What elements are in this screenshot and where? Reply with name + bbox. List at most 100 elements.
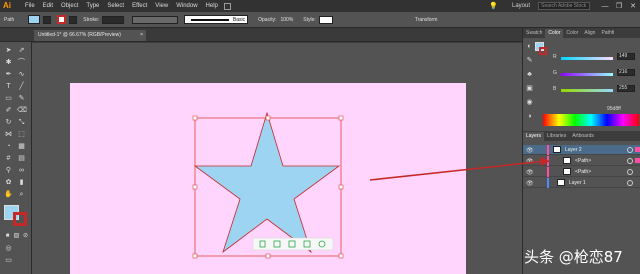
layer-row-path-2[interactable]: 👁 <Path>: [523, 167, 640, 177]
star-shape[interactable]: [193, 111, 341, 254]
layer-name[interactable]: Layer 2: [565, 147, 582, 153]
menu-view[interactable]: View: [155, 3, 168, 9]
tab-artboards[interactable]: Artboards: [569, 132, 597, 141]
direct-selection-tool-icon[interactable]: ⇗: [17, 46, 26, 55]
layer-row-path-1[interactable]: 👁 <Path>: [523, 156, 640, 166]
brushes-icon[interactable]: ✎: [525, 56, 534, 65]
eyedropper-tool-icon[interactable]: ⚲: [4, 166, 13, 175]
menu-file[interactable]: File: [25, 3, 35, 9]
opacity-value[interactable]: 100%: [280, 17, 293, 23]
shaper-tool-icon[interactable]: ✐: [4, 106, 13, 115]
menu-effect[interactable]: Effect: [132, 3, 147, 9]
align-icons[interactable]: [340, 15, 401, 24]
type-tool-icon[interactable]: T: [4, 82, 13, 91]
color-panel-stroke[interactable]: [539, 47, 547, 55]
path-name[interactable]: <Path>: [575, 158, 591, 164]
zoom-tool-icon[interactable]: ⌕: [17, 190, 26, 199]
canvas-area[interactable]: [32, 43, 522, 274]
red-channel-slider[interactable]: R 149: [553, 53, 639, 62]
draw-mode-icon[interactable]: ◎: [4, 244, 13, 253]
gradient-mode-icon[interactable]: ▧: [12, 232, 21, 241]
gradient-tool-icon[interactable]: ▤: [17, 154, 26, 163]
handle-bottom-right[interactable]: [338, 253, 344, 259]
rectangle-tool-icon[interactable]: ▭: [4, 94, 13, 103]
selection-tool-icon[interactable]: ➤: [4, 46, 13, 55]
layer-row-layer-2[interactable]: 👁 Layer 2: [523, 145, 640, 155]
perspective-grid-tool-icon[interactable]: ▦: [17, 142, 26, 151]
layout-dropdown[interactable]: Layout: [512, 3, 530, 9]
layer-row-layer-1[interactable]: 👁 Layer 1: [523, 178, 640, 188]
tab-align[interactable]: Align: [581, 29, 598, 38]
restore-button[interactable]: ❐: [612, 2, 626, 10]
symbols-icon[interactable]: ♣: [525, 70, 534, 79]
blue-value[interactable]: 255: [617, 85, 635, 92]
screen-mode-icon[interactable]: ▭: [4, 256, 13, 265]
graphic-styles-icon[interactable]: ▣: [525, 84, 534, 93]
menu-type[interactable]: Type: [86, 3, 99, 9]
line-tool-icon[interactable]: ╱: [17, 82, 26, 91]
handle-middle-right[interactable]: [338, 184, 344, 190]
menu-window[interactable]: Window: [176, 3, 197, 9]
path-name[interactable]: <Path>: [575, 169, 591, 175]
tab-swatches[interactable]: Swatch: [523, 29, 545, 38]
selection-indicator[interactable]: [635, 158, 640, 163]
lightbulb-icon[interactable]: 💡: [489, 2, 498, 10]
tab-color-guide[interactable]: Color: [563, 29, 581, 38]
transparency-icon[interactable]: ◑: [525, 112, 534, 121]
layer-name[interactable]: Layer 1: [569, 180, 586, 186]
handle-bottom-left[interactable]: [192, 253, 198, 259]
hex-value[interactable]: 95d8ff: [607, 106, 621, 112]
eraser-tool-icon[interactable]: ⌫: [17, 106, 27, 115]
red-track[interactable]: [561, 57, 613, 60]
tab-libraries[interactable]: Libraries: [544, 132, 569, 141]
handle-top-right[interactable]: [338, 115, 344, 121]
target-circle-icon[interactable]: [627, 169, 633, 175]
visibility-eye-icon[interactable]: 👁: [526, 180, 534, 187]
properties-icon[interactable]: ◐: [525, 42, 534, 51]
blue-channel-slider[interactable]: B 255: [553, 85, 639, 94]
stock-search-input[interactable]: Search Adobe Stock: [538, 2, 590, 10]
fill-swatch[interactable]: [28, 15, 41, 24]
pen-tool-icon[interactable]: ✒: [4, 70, 13, 79]
style-dropdown[interactable]: [318, 15, 333, 24]
selection-indicator[interactable]: [635, 147, 640, 152]
scale-tool-icon[interactable]: ⤡: [17, 118, 26, 127]
rotate-tool-icon[interactable]: ↻: [4, 118, 13, 127]
workspace-icon[interactable]: [223, 2, 231, 10]
symbol-sprayer-tool-icon[interactable]: ✿: [4, 178, 13, 187]
target-circle-icon[interactable]: [627, 158, 633, 164]
green-value[interactable]: 216: [617, 69, 635, 76]
shape-builder-tool-icon[interactable]: ◔: [4, 142, 13, 151]
free-transform-tool-icon[interactable]: ⬚: [17, 130, 26, 139]
fill-dropdown[interactable]: [43, 15, 52, 24]
visibility-eye-icon[interactable]: 👁: [526, 158, 534, 165]
stroke-swatch[interactable]: [57, 15, 67, 24]
green-track[interactable]: [561, 73, 613, 76]
none-mode-icon[interactable]: ⊘: [21, 232, 30, 241]
lasso-tool-icon[interactable]: ⌒: [17, 58, 26, 67]
handle-bottom-center[interactable]: [265, 253, 271, 259]
blend-tool-icon[interactable]: ∞: [17, 166, 26, 175]
stroke-color-box[interactable]: [13, 212, 27, 226]
visibility-eye-icon[interactable]: 👁: [526, 147, 534, 154]
tab-pathfinder[interactable]: Pathfi: [598, 29, 617, 38]
variable-width-dropdown[interactable]: [132, 15, 179, 24]
appearance-icon[interactable]: ◉: [525, 98, 534, 107]
close-button[interactable]: ✕: [626, 2, 640, 10]
handle-middle-left[interactable]: [192, 184, 198, 190]
green-channel-slider[interactable]: G 216: [553, 69, 639, 78]
menu-edit[interactable]: Edit: [43, 3, 53, 9]
target-circle-icon[interactable]: [627, 180, 633, 186]
menu-help[interactable]: Help: [206, 3, 218, 9]
minimize-button[interactable]: —: [598, 3, 612, 10]
column-graph-tool-icon[interactable]: ▮: [17, 178, 26, 187]
menu-select[interactable]: Select: [107, 3, 124, 9]
blue-track[interactable]: [561, 89, 613, 92]
document-tab[interactable]: Untitled-1* @ 66.67% (RGB/Preview) ×: [34, 30, 146, 41]
mesh-tool-icon[interactable]: #: [4, 154, 13, 163]
menu-object[interactable]: Object: [61, 3, 78, 9]
stroke-weight-field[interactable]: [102, 15, 125, 24]
tab-layers[interactable]: Layers: [523, 132, 545, 141]
curvature-tool-icon[interactable]: ∿: [17, 70, 26, 79]
color-spectrum[interactable]: [543, 114, 639, 126]
